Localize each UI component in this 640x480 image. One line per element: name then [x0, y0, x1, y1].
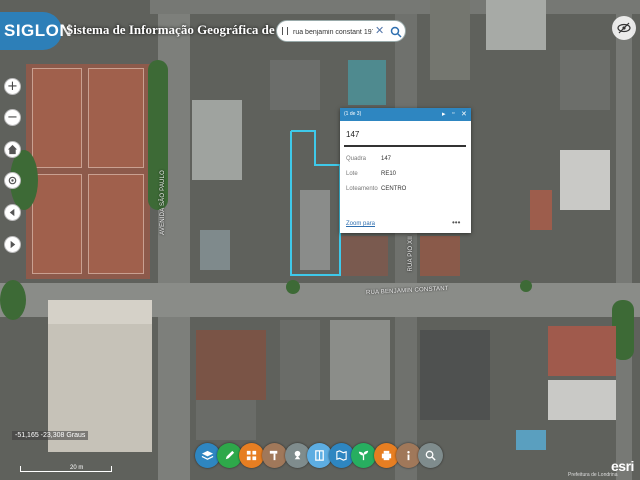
more-actions-button[interactable]: •••: [452, 218, 460, 227]
street-label-left-avenue: AVENIDA SÃO PAULO: [160, 170, 166, 235]
zoom-in-button[interactable]: +: [4, 78, 21, 95]
home-icon[interactable]: [4, 141, 21, 158]
search-input[interactable]: [293, 24, 373, 40]
siglon-logo[interactable]: SIGLON: [0, 12, 72, 50]
field-label: Quadra: [346, 156, 367, 162]
search-icon[interactable]: [390, 25, 402, 38]
next-feature-icon[interactable]: ▸: [442, 110, 446, 118]
esri-logo: esri: [611, 458, 634, 474]
close-icon[interactable]: ✕: [461, 110, 467, 118]
logo-text: SIGLON: [4, 21, 73, 40]
eye-off-icon[interactable]: [612, 16, 636, 40]
header-bar: SIGLON Sistema de Informação Geográfica …: [0, 12, 640, 52]
close-icon[interactable]: ✕: [375, 24, 384, 37]
grid-icon[interactable]: [239, 443, 264, 468]
search-handle-icon: [282, 27, 288, 35]
vertical-street-right: [616, 0, 632, 480]
next-extent-icon[interactable]: [4, 236, 21, 253]
parcel-highlight[interactable]: [285, 125, 345, 280]
scale-bar: [20, 466, 112, 472]
field-value: 147: [381, 156, 392, 162]
field-label: Loteamento: [346, 186, 378, 192]
popup-counter: (1 de 3): [344, 111, 362, 117]
maximize-icon[interactable]: ▫: [452, 110, 454, 117]
locate-icon[interactable]: [4, 172, 21, 189]
hammer-icon[interactable]: [262, 443, 287, 468]
aerial-map[interactable]: RUA BENJAMIN CONSTANT AVENIDA SÃO PAULO …: [0, 0, 640, 480]
zoom-to-link[interactable]: Zoom para: [346, 221, 375, 227]
field-value: RE10: [381, 171, 397, 177]
field-label: Lote: [346, 171, 358, 177]
feature-popup: (1 de 3) ▸ ▫ ✕ 147 Quadra 147 Lote RE10 …: [340, 108, 471, 233]
coordinates-readout: -51,165 -23,308 Graus: [12, 431, 89, 440]
scale-label: 20 m: [70, 465, 84, 471]
previous-extent-icon[interactable]: [4, 204, 21, 221]
plant-icon[interactable]: [351, 443, 376, 468]
street-label-right-street: RUA PIO XII: [408, 236, 414, 272]
popup-header: (1 de 3) ▸ ▫ ✕: [340, 108, 471, 121]
divider: [344, 145, 466, 147]
zoom-out-button[interactable]: −: [4, 109, 21, 126]
popup-title: 147: [346, 130, 360, 139]
field-value: CENTRO: [381, 186, 407, 192]
search-box: ✕: [276, 20, 406, 42]
search-people-icon[interactable]: [418, 443, 443, 468]
